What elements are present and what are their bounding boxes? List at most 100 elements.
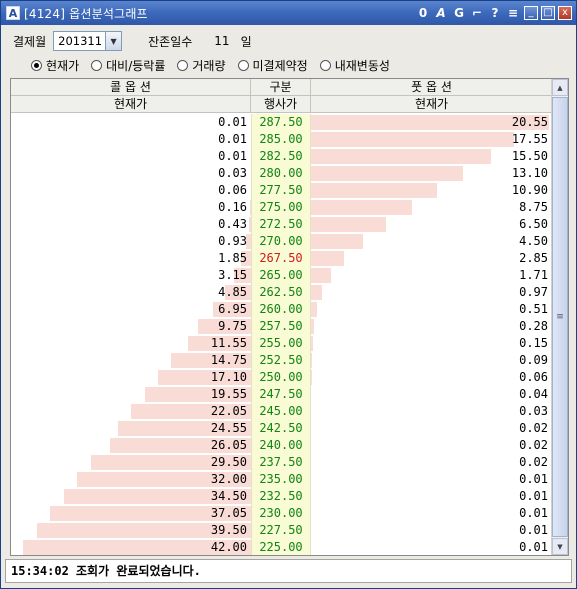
put-price-cell[interactable]: 0.02	[311, 454, 552, 471]
call-price-cell[interactable]: 32.00	[11, 471, 251, 488]
list-icon[interactable]: ≡	[505, 4, 521, 21]
call-price-cell[interactable]: 17.10	[11, 369, 251, 386]
strike-price-cell[interactable]: 230.00	[251, 505, 311, 522]
table-row[interactable]: 0.03 280.00 13.10	[11, 165, 552, 182]
font-tool-icon[interactable]: A	[433, 4, 449, 21]
put-price-cell[interactable]: 1.71	[311, 267, 552, 284]
strike-price-cell[interactable]: 275.00	[251, 199, 311, 216]
table-row[interactable]: 11.55 255.00 0.15	[11, 335, 552, 352]
strike-price-cell[interactable]: 265.00	[251, 267, 311, 284]
table-row[interactable]: 19.55 247.50 0.04	[11, 386, 552, 403]
put-price-cell[interactable]: 0.09	[311, 352, 552, 369]
radio-icon[interactable]	[237, 59, 249, 71]
table-row[interactable]: 3.15 265.00 1.71	[11, 267, 552, 284]
table-row[interactable]: 26.05 240.00 0.02	[11, 437, 552, 454]
table-row[interactable]: 29.50 237.50 0.02	[11, 454, 552, 471]
strike-price-cell[interactable]: 232.50	[251, 488, 311, 505]
close-button[interactable]: x	[558, 5, 572, 20]
strike-price-cell[interactable]: 257.50	[251, 318, 311, 335]
put-price-cell[interactable]: 0.28	[311, 318, 552, 335]
strike-price-cell[interactable]: 285.00	[251, 131, 311, 148]
strike-price-cell[interactable]: 282.50	[251, 148, 311, 165]
mode-change-rate[interactable]: 대비/등락률	[91, 57, 165, 74]
scroll-thumb[interactable]: ≡	[552, 97, 568, 537]
scroll-up-icon[interactable]: ▲	[552, 79, 568, 96]
settlement-month-select[interactable]: 201311 ▼	[53, 31, 123, 51]
put-price-cell[interactable]: 20.55	[311, 114, 552, 131]
call-price-cell[interactable]: 19.55	[11, 386, 251, 403]
radio-icon[interactable]	[91, 59, 103, 71]
pin-tool-icon[interactable]: ⌐	[469, 4, 485, 21]
strike-price-cell[interactable]: 245.00	[251, 403, 311, 420]
put-price-cell[interactable]: 0.15	[311, 335, 552, 352]
mode-implied-volatility[interactable]: 내재변동성	[319, 57, 390, 74]
put-price-cell[interactable]: 0.03	[311, 403, 552, 420]
call-price-cell[interactable]: 9.75	[11, 318, 251, 335]
scroll-down-icon[interactable]: ▼	[552, 538, 568, 555]
put-price-cell[interactable]: 15.50	[311, 148, 552, 165]
table-row[interactable]: 42.00 225.00 0.01	[11, 539, 552, 555]
call-price-cell[interactable]: 42.00	[11, 539, 251, 555]
call-price-cell[interactable]: 37.05	[11, 505, 251, 522]
strike-price-cell[interactable]: 277.50	[251, 182, 311, 199]
table-row[interactable]: 4.85 262.50 0.97	[11, 284, 552, 301]
strike-price-cell[interactable]: 225.00	[251, 539, 311, 555]
put-price-cell[interactable]: 10.90	[311, 182, 552, 199]
chevron-down-icon[interactable]: ▼	[105, 32, 122, 50]
strike-price-cell[interactable]: 252.50	[251, 352, 311, 369]
strike-price-cell[interactable]: 287.50	[251, 114, 311, 131]
put-price-cell[interactable]: 17.55	[311, 131, 552, 148]
call-price-cell[interactable]: 22.05	[11, 403, 251, 420]
minimize-button[interactable]: _	[524, 5, 538, 20]
table-row[interactable]: 0.93 270.00 4.50	[11, 233, 552, 250]
call-price-cell[interactable]: 0.16	[11, 199, 251, 216]
put-price-cell[interactable]: 0.04	[311, 386, 552, 403]
call-price-cell[interactable]: 0.01	[11, 114, 251, 131]
strike-price-cell[interactable]: 250.00	[251, 369, 311, 386]
strike-price-cell[interactable]: 267.50	[251, 250, 311, 267]
table-row[interactable]: 17.10 250.00 0.06	[11, 369, 552, 386]
table-row[interactable]: 0.43 272.50 6.50	[11, 216, 552, 233]
call-price-cell[interactable]: 1.85	[11, 250, 251, 267]
radio-selected-icon[interactable]	[31, 59, 42, 71]
table-row[interactable]: 0.01 282.50 15.50	[11, 148, 552, 165]
call-price-cell[interactable]: 3.15	[11, 267, 251, 284]
call-price-cell[interactable]: 0.01	[11, 148, 251, 165]
call-price-cell[interactable]: 11.55	[11, 335, 251, 352]
call-price-cell[interactable]: 39.50	[11, 522, 251, 539]
call-price-cell[interactable]: 0.43	[11, 216, 251, 233]
strike-price-cell[interactable]: 270.00	[251, 233, 311, 250]
strike-price-cell[interactable]: 262.50	[251, 284, 311, 301]
table-row[interactable]: 14.75 252.50 0.09	[11, 352, 552, 369]
strike-price-cell[interactable]: 272.50	[251, 216, 311, 233]
call-price-cell[interactable]: 6.95	[11, 301, 251, 318]
title-bar[interactable]: A [4124] 옵션분석그래프 0 A G ⌐ ? ≡ _ □ x	[1, 1, 576, 25]
zero-tool-icon[interactable]: 0	[415, 4, 431, 21]
strike-price-cell[interactable]: 237.50	[251, 454, 311, 471]
call-price-cell[interactable]: 29.50	[11, 454, 251, 471]
put-price-cell[interactable]: 0.01	[311, 539, 552, 555]
table-row[interactable]: 37.05 230.00 0.01	[11, 505, 552, 522]
strike-price-cell[interactable]: 240.00	[251, 437, 311, 454]
radio-icon[interactable]	[177, 59, 189, 71]
put-price-cell[interactable]: 0.51	[311, 301, 552, 318]
link-tool-icon[interactable]: G	[451, 4, 467, 21]
mode-volume[interactable]: 거래량	[177, 57, 226, 74]
put-price-cell[interactable]: 0.02	[311, 437, 552, 454]
table-row[interactable]: 32.00 235.00 0.01	[11, 471, 552, 488]
call-price-cell[interactable]: 24.55	[11, 420, 251, 437]
put-price-cell[interactable]: 0.97	[311, 284, 552, 301]
table-row[interactable]: 39.50 227.50 0.01	[11, 522, 552, 539]
strike-price-cell[interactable]: 227.50	[251, 522, 311, 539]
put-price-cell[interactable]: 0.01	[311, 505, 552, 522]
strike-price-cell[interactable]: 255.00	[251, 335, 311, 352]
put-price-cell[interactable]: 0.06	[311, 369, 552, 386]
radio-icon[interactable]	[319, 59, 331, 71]
call-price-cell[interactable]: 14.75	[11, 352, 251, 369]
mode-current-price[interactable]: 현재가	[31, 57, 79, 74]
call-price-cell[interactable]: 34.50	[11, 488, 251, 505]
put-price-cell[interactable]: 2.85	[311, 250, 552, 267]
call-price-cell[interactable]: 4.85	[11, 284, 251, 301]
table-row[interactable]: 24.55 242.50 0.02	[11, 420, 552, 437]
table-row[interactable]: 34.50 232.50 0.01	[11, 488, 552, 505]
